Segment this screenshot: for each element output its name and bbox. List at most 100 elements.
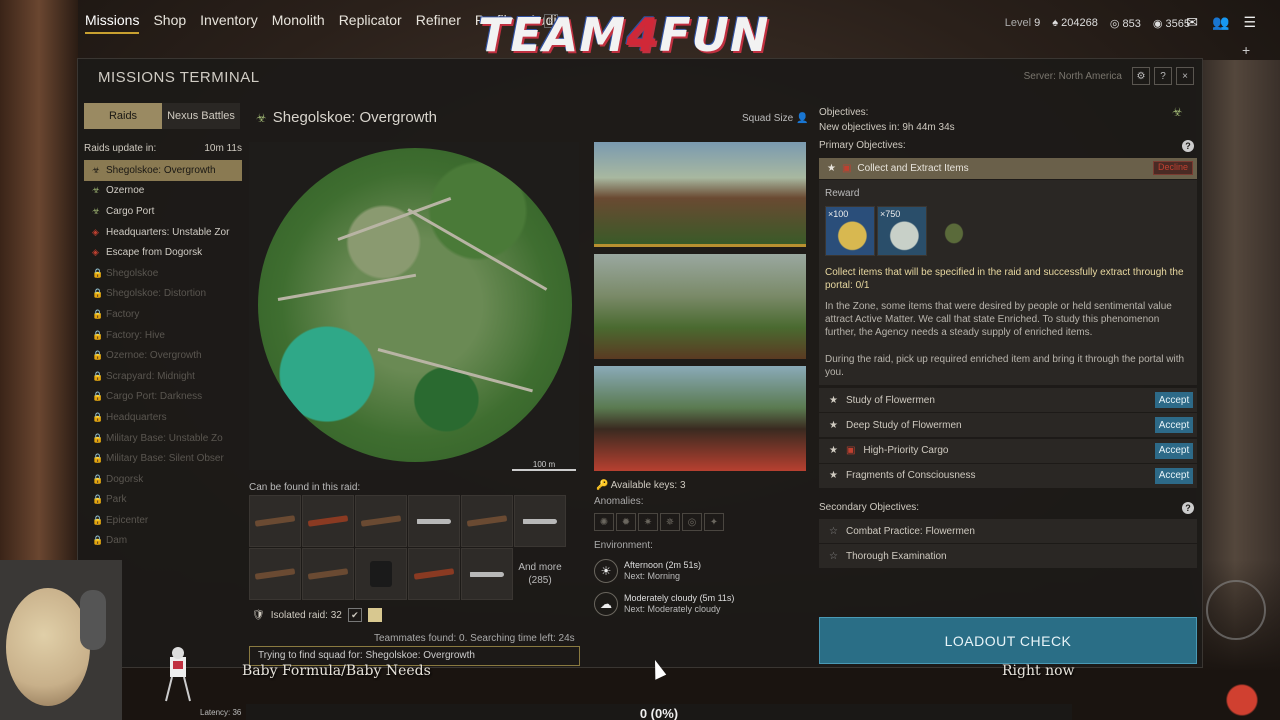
raid-item[interactable]: 🔒 Military Base: Unstable Zo (84, 428, 242, 449)
nav-replicator[interactable]: Replicator (339, 12, 402, 34)
item-slot[interactable] (355, 495, 407, 547)
secondary-objective[interactable]: ☆ Combat Practice: Flowermen (819, 519, 1197, 543)
raid-item[interactable]: 🔒 Headquarters (84, 407, 242, 428)
more-items-link[interactable]: And more (285) (514, 548, 566, 600)
friends-icon[interactable]: 👥 (1212, 14, 1229, 31)
raid-item[interactable]: 🔒 Epicenter (84, 510, 242, 531)
menu-icon[interactable]: ☰ (1243, 14, 1256, 31)
lock-icon: 🔒 (92, 535, 104, 546)
secondary-objective[interactable]: ☆ Thorough Examination (819, 544, 1197, 568)
raid-item[interactable]: 🔒 Scrapyard: Midnight (84, 366, 242, 387)
found-label: Can be found in this raid: (249, 482, 361, 493)
nav-missions[interactable]: Missions (85, 12, 140, 34)
add-friend-icon[interactable]: + (1242, 42, 1250, 58)
mail-icon[interactable]: ✉ (1186, 14, 1198, 31)
item-slot[interactable] (408, 548, 460, 600)
accept-button[interactable]: Accept (1155, 467, 1193, 484)
raid-item[interactable]: ☣ Shegolskoe: Overgrowth (84, 160, 242, 181)
anomaly-icon: ✦ (704, 513, 724, 531)
overlay-caption-left: Baby Formula/Baby Needs (242, 663, 431, 679)
primary-objective-option[interactable]: ★ Fragments of Consciousness Accept (819, 463, 1197, 488)
nav-inventory[interactable]: Inventory (200, 12, 258, 34)
panel-title: MISSIONS TERMINAL (98, 69, 260, 86)
nav-shop[interactable]: Shop (153, 12, 186, 34)
ak-icon (413, 568, 455, 580)
help-icon[interactable]: ? (1154, 67, 1172, 85)
reward-label: Reward (825, 188, 860, 199)
raid-list: ☣ Shegolskoe: Overgrowth ☣ Ozernoe ☣ Cargo Po… (84, 160, 242, 551)
reward-silver-coins[interactable]: ×750 (877, 206, 927, 256)
lock-icon: 🔒 (92, 514, 104, 525)
item-slot[interactable] (461, 548, 513, 600)
nav-monolith[interactable]: Monolith (272, 12, 325, 34)
primary-objective-option[interactable]: ★ Deep Study of Flowermen Accept (819, 413, 1197, 438)
objectives-header: Objectives: New objectives in: 9h 44m 34… (819, 107, 955, 133)
lock-icon: 🔒 (92, 350, 104, 361)
raid-item[interactable]: 🔒 Shegolskoe (84, 263, 242, 284)
raid-item[interactable]: 🔒 Dam (84, 531, 242, 552)
item-slot[interactable] (408, 495, 460, 547)
help-icon[interactable]: ? (1182, 140, 1194, 152)
primary-objectives-label: Primary Objectives: (819, 140, 906, 151)
raid-map[interactable] (258, 148, 572, 462)
loadout-check-button[interactable]: LOADOUT CHECK (819, 617, 1197, 664)
squad-size[interactable]: Squad Size 👤 (742, 113, 808, 124)
decline-button[interactable]: Decline (1152, 161, 1193, 175)
raid-item[interactable]: 🔒 Factory: Hive (84, 325, 242, 346)
raid-item[interactable]: ☣ Ozernoe (84, 181, 242, 202)
tab-raids[interactable]: Raids (84, 103, 162, 129)
settings-icon[interactable]: ⚙ (1132, 67, 1150, 85)
lock-icon: 🔒 (92, 432, 104, 443)
anomaly-icon: ✺ (594, 513, 614, 531)
isolated-toggle[interactable] (367, 608, 382, 622)
raid-item[interactable]: 🔒 Cargo Port: Darkness (84, 387, 242, 408)
accept-button[interactable]: Accept (1155, 442, 1193, 459)
primary-objective-option[interactable]: ★ ▣ High-Priority Cargo Accept (819, 438, 1197, 463)
lock-icon: 🔒 (92, 370, 104, 381)
server-label: Server: North America (1023, 71, 1122, 82)
reward-grenade[interactable] (929, 206, 979, 256)
close-icon[interactable]: × (1176, 67, 1194, 85)
anomaly-icon: ✹ (616, 513, 636, 531)
raid-name: Headquarters (106, 411, 167, 423)
biohazard-icon: ☣ (92, 205, 101, 216)
red-marker-icon: ▣ (845, 445, 856, 457)
raid-name: Headquarters: Unstable Zor (106, 226, 230, 238)
primary-objective-option[interactable]: ★ Study of Flowermen Accept (819, 388, 1197, 412)
item-slot[interactable] (355, 548, 407, 600)
accept-button[interactable]: Accept (1155, 392, 1193, 408)
item-slot[interactable] (514, 495, 566, 547)
lock-icon: 🔒 (92, 308, 104, 319)
item-slot[interactable] (249, 548, 301, 600)
radar-icon (1206, 580, 1266, 640)
isolated-checkbox[interactable]: ✔ (347, 608, 362, 622)
raid-item[interactable]: 🔒 Factory (84, 304, 242, 325)
raid-item[interactable]: 🔒 Park (84, 490, 242, 511)
raid-item[interactable]: 🔒 Dogorsk (84, 469, 242, 490)
raid-item[interactable]: ◈ Headquarters: Unstable Zor (84, 222, 242, 243)
anomalies-list: ✺ ✹ ✷ ✵ ◎ ✦ (594, 513, 724, 531)
currency-1: ♠ 204268 (1052, 17, 1098, 29)
raid-name: Epicenter (106, 514, 149, 526)
raid-item[interactable]: ◈ Escape from Dogorsk (84, 242, 242, 263)
raid-item[interactable]: 🔒 Shegolskoe: Distortion (84, 284, 242, 305)
stream-progress-bar: 0 (0%) (246, 704, 1072, 720)
tab-nexus-battles[interactable]: Nexus Battles (162, 103, 240, 129)
item-slot[interactable] (302, 548, 354, 600)
item-slot[interactable] (249, 495, 301, 547)
key-icon: 🔑 (596, 480, 609, 491)
accept-button[interactable]: Accept (1155, 417, 1193, 434)
sun-icon: ☀ (594, 559, 618, 583)
overlay-caption-right: Right now (1002, 663, 1075, 679)
raid-item[interactable]: 🔒 Military Base: Silent Obser (84, 448, 242, 469)
item-slot[interactable] (461, 495, 513, 547)
reward-gold-coins[interactable]: ×100 (825, 206, 875, 256)
main-objective[interactable]: ★ ▣ Collect and Extract Items Decline (819, 158, 1197, 179)
raid-name: Military Base: Unstable Zo (106, 432, 223, 444)
nav-refiner[interactable]: Refiner (416, 12, 461, 34)
help-icon[interactable]: ? (1182, 502, 1194, 514)
teammates-status: Teammates found: 0. Searching time left:… (374, 633, 575, 644)
raid-item[interactable]: 🔒 Ozernoe: Overgrowth (84, 345, 242, 366)
raid-item[interactable]: ☣ Cargo Port (84, 201, 242, 222)
item-slot[interactable] (302, 495, 354, 547)
